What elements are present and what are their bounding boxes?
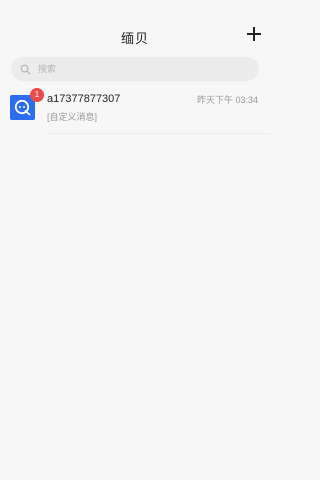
conversation-name: a17377877307 bbox=[47, 93, 121, 105]
plus-icon bbox=[247, 27, 261, 41]
conversation-time: 昨天下午 03:34 bbox=[196, 95, 258, 105]
search-input[interactable] bbox=[38, 64, 218, 74]
search-icon bbox=[20, 64, 31, 75]
conversation-preview: [自定义消息] bbox=[47, 112, 98, 122]
search-box[interactable] bbox=[11, 57, 259, 81]
conversation-item[interactable]: 1 a17377877307 昨天下午 03:34 [自定义消息] bbox=[0, 88, 270, 134]
search-bar bbox=[0, 57, 270, 81]
divider bbox=[47, 133, 270, 134]
unread-badge: 1 bbox=[30, 88, 44, 102]
chat-bubble-icon bbox=[14, 99, 31, 116]
app-header: 缅贝 bbox=[0, 0, 270, 56]
add-button[interactable] bbox=[247, 27, 261, 41]
page-title: 缅贝 bbox=[120, 31, 149, 46]
